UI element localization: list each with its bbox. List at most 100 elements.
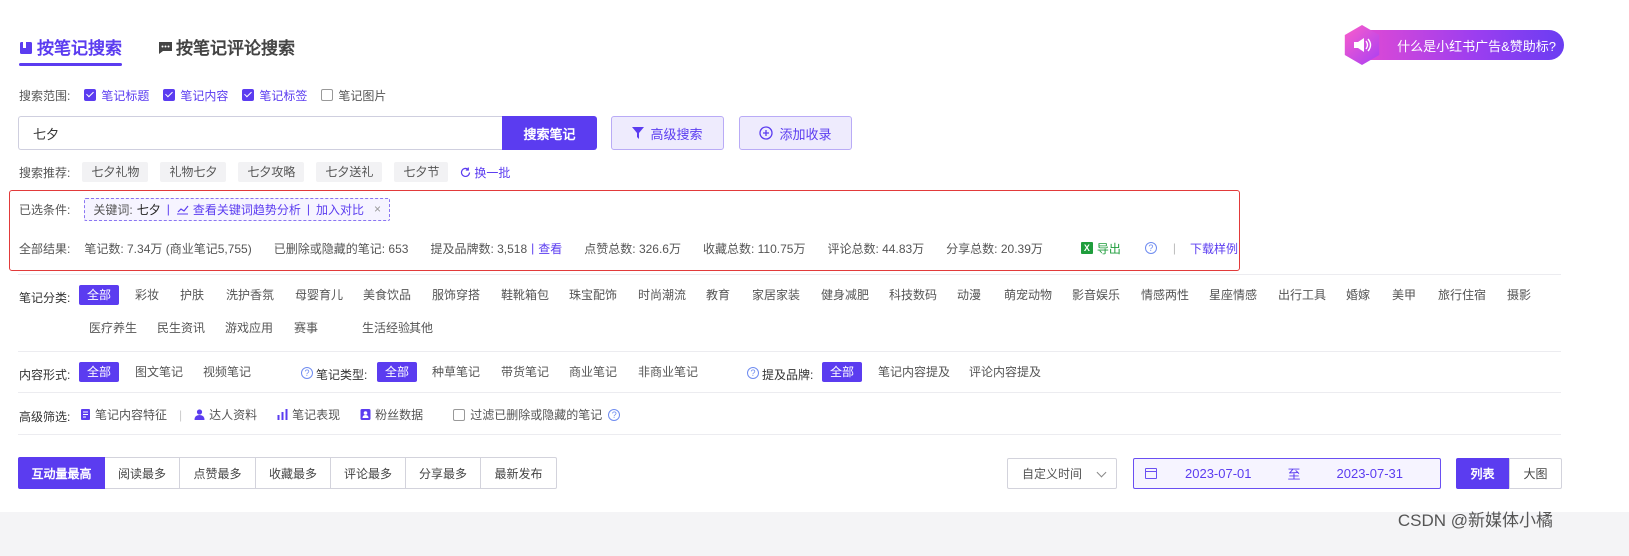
sort-tabs: 互动量最高 阅读最多 点赞最多 收藏最多 评论最多 分享最多 最新发布 [18, 457, 557, 489]
scope-checkbox-tags[interactable]: 笔记标签 [242, 87, 307, 104]
category-label: 笔记分类: [19, 291, 71, 305]
category-item[interactable]: 母婴育儿 [295, 285, 343, 305]
book-icon [19, 40, 33, 54]
content-form-image[interactable]: 图文笔记 [135, 362, 183, 382]
help-icon[interactable]: ? [1144, 242, 1157, 254]
brand-mention-all[interactable]: 全部 [822, 362, 863, 382]
note-type-all[interactable]: 全部 [377, 362, 418, 382]
category-item[interactable]: 美甲 [1392, 285, 1416, 305]
category-item[interactable]: 珠宝配饰 [569, 285, 617, 305]
divider: | [179, 407, 183, 422]
add-record-button[interactable]: 添加收录 [739, 116, 852, 150]
view-brands-link[interactable]: 查看 [538, 240, 562, 257]
note-type-commercial[interactable]: 商业笔记 [569, 362, 617, 382]
brand-mention-comment[interactable]: 评论内容提及 [969, 362, 1041, 382]
category-item[interactable]: 民生资讯 [157, 318, 205, 338]
note-type-sales[interactable]: 带货笔记 [501, 362, 549, 382]
note-type-noncommercial[interactable]: 非商业笔记 [638, 362, 698, 382]
category-item[interactable]: 彩妆 [135, 285, 159, 305]
help-icon[interactable]: ? [301, 367, 313, 379]
filter-influencer-profile[interactable]: 达人资料 [194, 406, 257, 423]
category-item[interactable]: 萌宠动物 [1004, 285, 1052, 305]
selected-conditions: 已选条件: 关键词: 七夕 | 查看关键词趋势分析 | 加入对比 × [19, 197, 390, 221]
note-count: 笔记数: 7.34万 (商业笔记5,755) [84, 241, 252, 256]
advanced-search-button[interactable]: 高级搜索 [611, 116, 724, 150]
category-item[interactable]: 医疗养生 [89, 318, 137, 338]
category-item[interactable]: 美食饮品 [363, 285, 411, 305]
category-item[interactable]: 婚嫁 [1346, 285, 1370, 305]
recommend-tag[interactable]: 七夕攻略 [238, 162, 305, 182]
search-input[interactable]: 七夕 [18, 116, 503, 150]
sort-shares[interactable]: 分享最多 [406, 457, 481, 489]
sort-interaction[interactable]: 互动量最高 [18, 457, 105, 489]
scope-checkbox-content[interactable]: 笔记内容 [163, 87, 228, 104]
filter-label: 笔记表现 [292, 408, 341, 422]
add-compare-link[interactable]: 加入对比 [316, 201, 364, 218]
recommend-tag[interactable]: 七夕节 [394, 162, 449, 182]
brand-mention-label: 提及品牌: [762, 368, 814, 382]
category-item[interactable]: 科技数码 [889, 285, 937, 305]
comment-icon [158, 40, 172, 54]
view-list-button[interactable]: 列表 [1456, 458, 1509, 489]
search-recommend: 搜索推荐: 七夕礼物 礼物七夕 七夕攻略 七夕送礼 七夕节 换一批 [19, 162, 510, 182]
tab-search-by-comment[interactable]: 按笔记评论搜索 [158, 34, 295, 59]
filter-note-feature[interactable]: 笔记内容特征 [80, 406, 167, 423]
time-range-select[interactable]: 自定义时间 [1007, 458, 1117, 489]
start-date[interactable]: 2023-07-01 [1185, 466, 1252, 481]
sort-comments[interactable]: 评论最多 [331, 457, 406, 489]
view-grid-button[interactable]: 大图 [1509, 458, 1562, 489]
refresh-recommend-button[interactable]: 换一批 [460, 164, 510, 181]
tab-search-by-note[interactable]: 按笔记搜索 [19, 34, 122, 66]
filter-note-performance[interactable]: 笔记表现 [277, 406, 340, 423]
category-item[interactable]: 星座情感 [1209, 285, 1257, 305]
brand-mention-content[interactable]: 笔记内容提及 [878, 362, 950, 382]
category-item[interactable]: 健身减肥 [821, 285, 869, 305]
help-icon[interactable]: ? [747, 367, 759, 379]
category-item[interactable]: 时尚潮流 [638, 285, 686, 305]
download-sample-link[interactable]: 下载样例 [1190, 240, 1238, 257]
sort-latest[interactable]: 最新发布 [481, 457, 557, 489]
close-icon[interactable]: × [374, 202, 381, 216]
category-item[interactable]: 护肤 [180, 285, 204, 305]
filter-deleted-checkbox[interactable]: 过滤已删除或隐藏的笔记 [453, 406, 602, 423]
category-item[interactable]: 旅行住宿 [1438, 285, 1486, 305]
category-item[interactable]: 动漫 [957, 285, 981, 305]
note-type-seed[interactable]: 种草笔记 [432, 362, 480, 382]
category-item[interactable]: 全部 [79, 285, 120, 305]
recommend-tag[interactable]: 七夕礼物 [82, 162, 149, 182]
recommend-tag[interactable]: 礼物七夕 [160, 162, 227, 182]
separator: | [166, 202, 170, 216]
help-icon[interactable]: ? [608, 408, 621, 421]
category-item[interactable]: 洗护香氛 [226, 285, 274, 305]
search-notes-button[interactable]: 搜索笔记 [502, 116, 597, 150]
category-item[interactable]: 其他 [409, 318, 433, 338]
category-item[interactable]: 出行工具 [1278, 285, 1326, 305]
category-item[interactable]: 生活经验 [362, 318, 410, 338]
sort-reads[interactable]: 阅读最多 [105, 457, 180, 489]
ad-help-banner[interactable]: 什么是小红书广告&赞助标? [1344, 25, 1564, 65]
date-range-separator: 至 [1287, 467, 1301, 482]
category-item[interactable]: 影音娱乐 [1072, 285, 1120, 305]
like-total: 点赞总数: 326.6万 [584, 241, 681, 256]
category-item[interactable]: 摄影 [1507, 285, 1531, 305]
sort-collects[interactable]: 收藏最多 [256, 457, 331, 489]
category-item[interactable]: 情感两性 [1141, 285, 1189, 305]
category-item[interactable]: 服饰穿搭 [432, 285, 480, 305]
content-form-video[interactable]: 视频笔记 [203, 362, 251, 382]
recommend-tag[interactable]: 七夕送礼 [316, 162, 383, 182]
date-range-picker[interactable]: 2023-07-01 至 2023-07-31 [1133, 458, 1441, 489]
scope-checkbox-image[interactable]: 笔记图片 [321, 87, 386, 104]
keyword-value: 七夕 [136, 202, 161, 217]
filter-fan-data[interactable]: 粉丝数据 [360, 406, 423, 423]
category-item[interactable]: 家居家装 [752, 285, 800, 305]
content-form-all[interactable]: 全部 [79, 362, 120, 382]
category-item[interactable]: 教育 [706, 285, 730, 305]
category-item[interactable]: 赛事 [294, 318, 318, 338]
keyword-trend-link[interactable]: 查看关键词趋势分析 [193, 201, 301, 218]
sort-likes[interactable]: 点赞最多 [180, 457, 256, 489]
category-item[interactable]: 游戏应用 [225, 318, 273, 338]
category-item[interactable]: 鞋靴箱包 [501, 285, 549, 305]
end-date[interactable]: 2023-07-31 [1337, 466, 1404, 481]
scope-checkbox-title[interactable]: 笔记标题 [84, 87, 149, 104]
export-button[interactable]: X 导出 [1080, 240, 1121, 257]
